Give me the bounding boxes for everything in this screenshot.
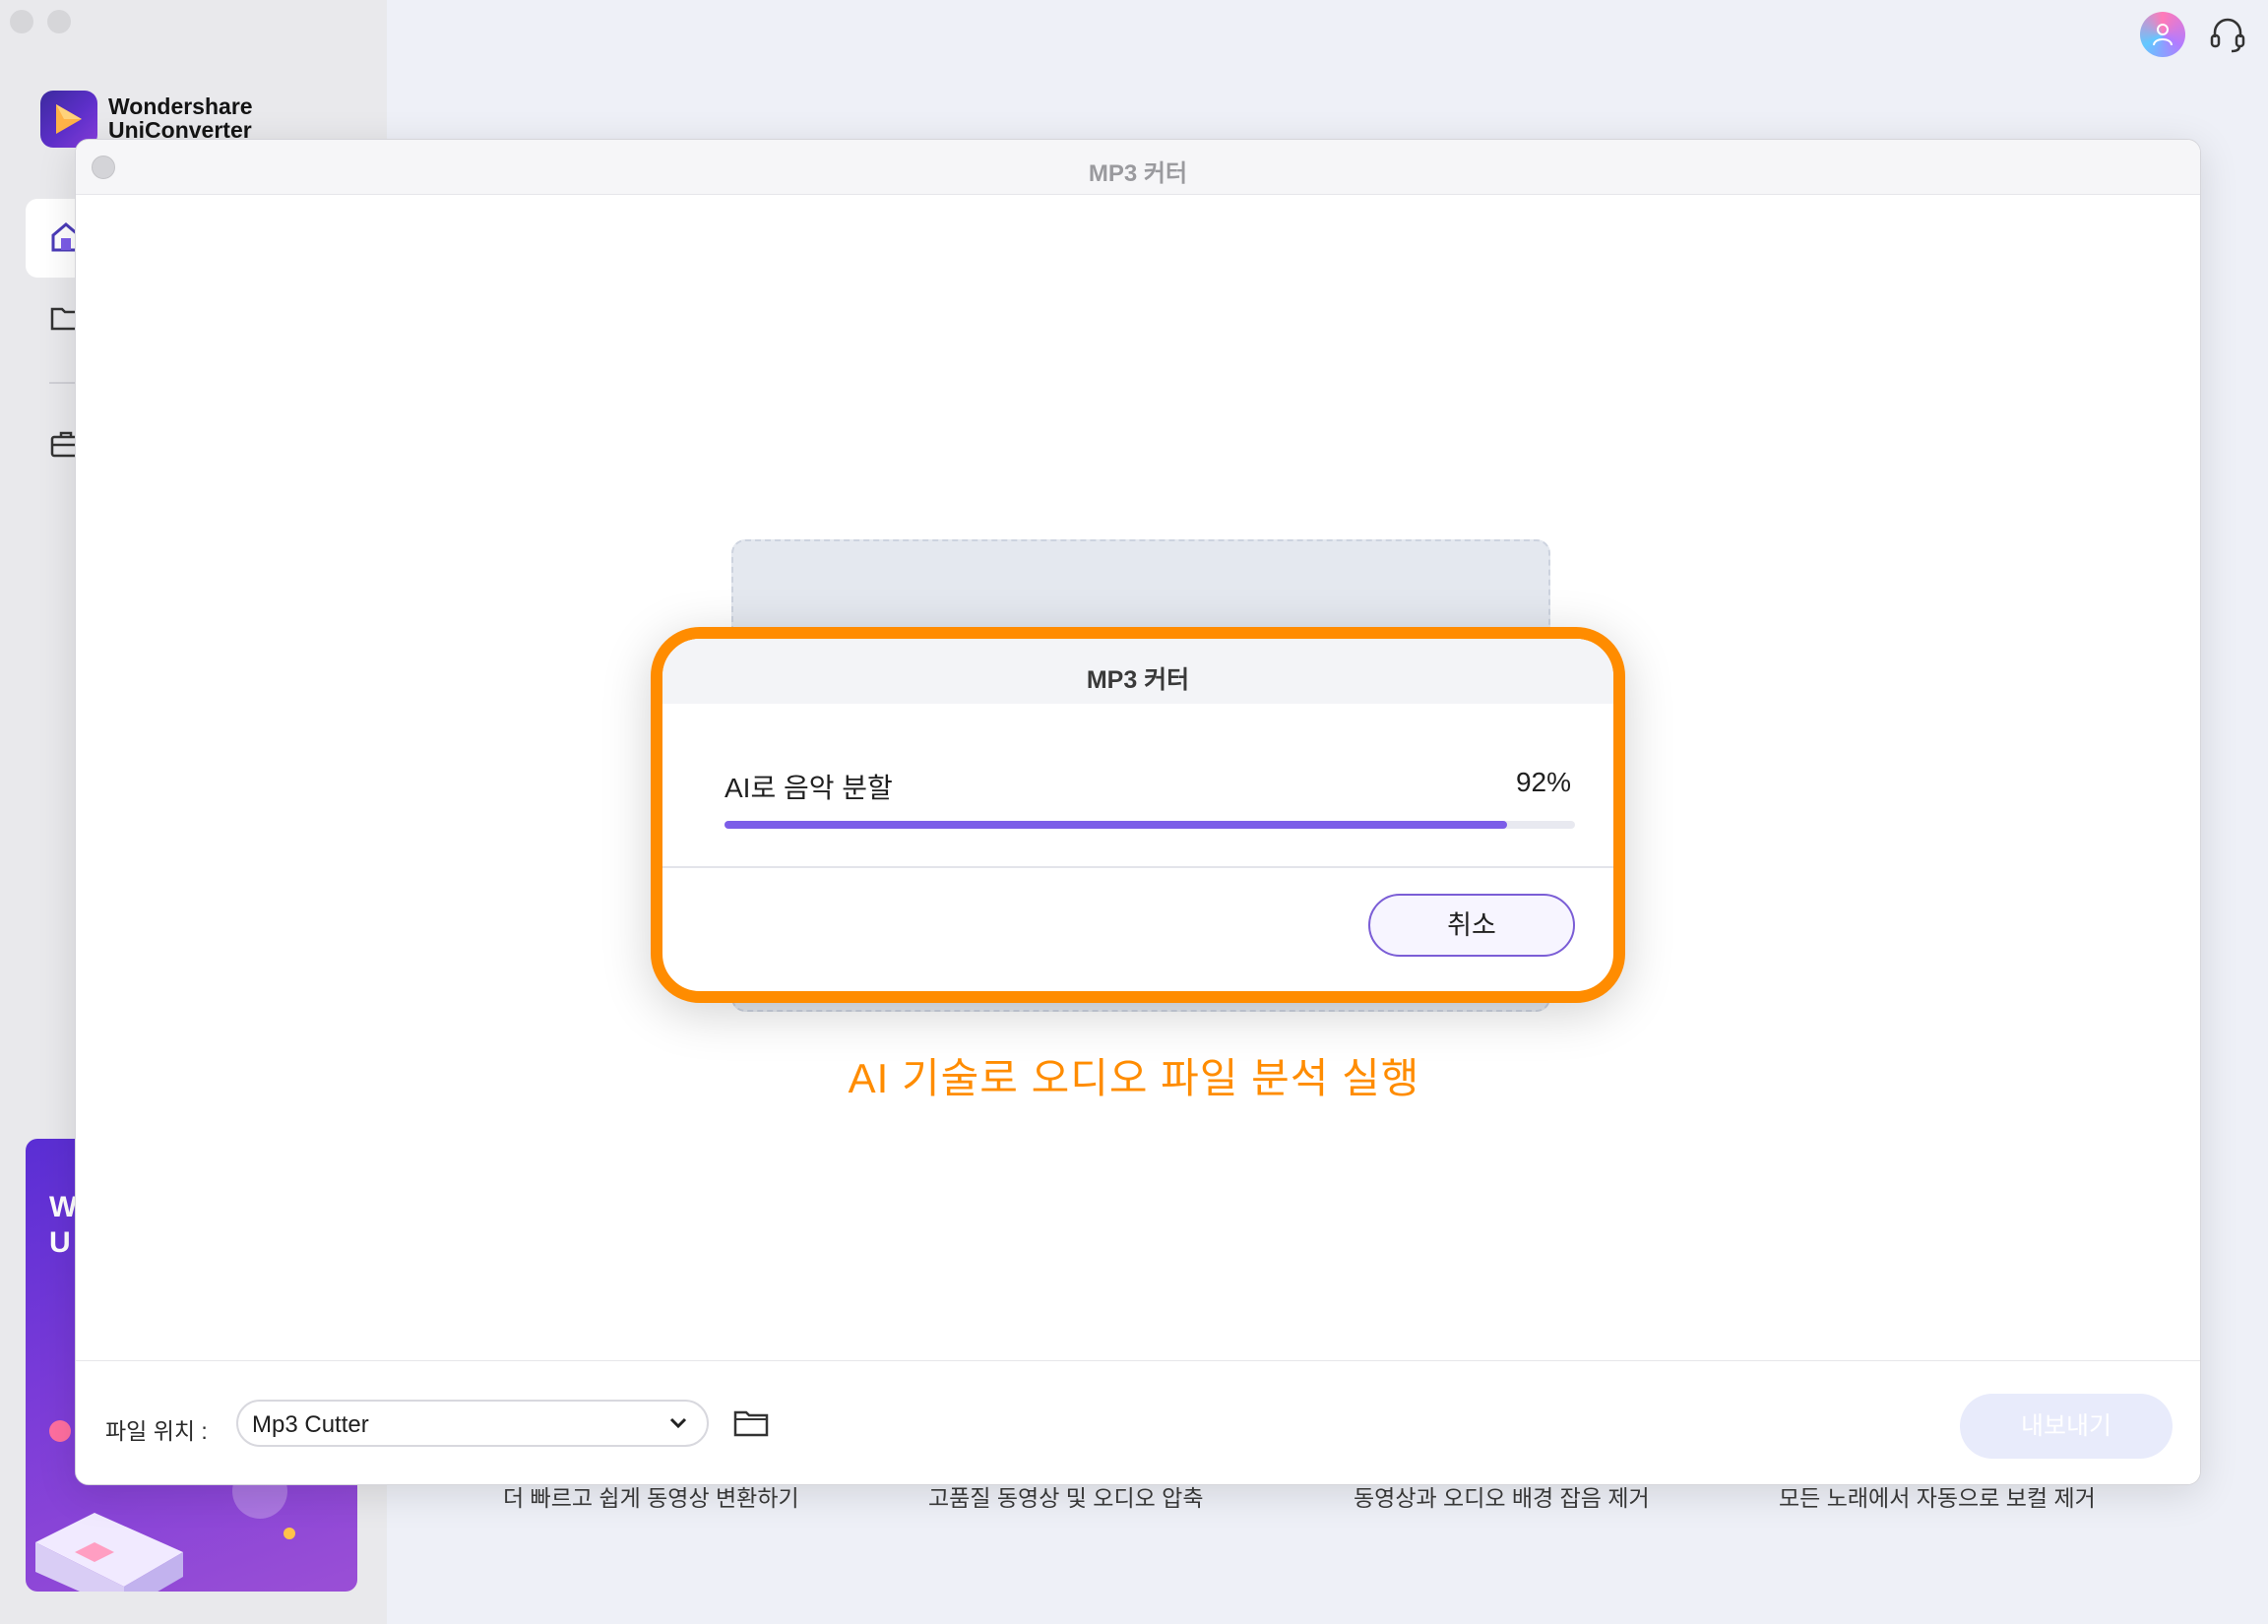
progress-dialog: MP3 커터 AI로 음악 분할 92% 취소 <box>651 627 1625 1003</box>
annotation-caption: AI 기술로 오디오 파일 분석 실행 <box>848 1055 1420 1101</box>
headset-icon[interactable] <box>2205 12 2250 57</box>
window-minimize-dot[interactable] <box>47 10 71 33</box>
window-title: MP3 커터 <box>1088 160 1188 187</box>
progress-fill <box>724 821 1507 829</box>
file-location-select[interactable]: Mp3 Cutter <box>236 1400 709 1447</box>
progress-percent: 92% <box>1515 767 1571 797</box>
dialog-title: MP3 커터 <box>1086 666 1190 694</box>
promo-text: W U <box>49 1191 78 1259</box>
folder-open-icon[interactable] <box>731 1403 771 1442</box>
window-footer: 파일 위치 : Mp3 Cutter 내보내기 <box>76 1360 2200 1484</box>
chevron-down-icon <box>669 1417 687 1429</box>
dialog-header: MP3 커터 <box>662 639 1613 704</box>
dialog-divider <box>662 866 1613 868</box>
progress-bar <box>724 821 1575 829</box>
avatar-icon[interactable] <box>2140 12 2185 57</box>
file-location-value: Mp3 Cutter <box>252 1411 369 1438</box>
window-titlebar: MP3 커터 <box>76 140 2200 195</box>
decor-dot <box>49 1420 71 1442</box>
file-location-label: 파일 위치 : <box>105 1418 208 1444</box>
export-button[interactable]: 내보내기 <box>1960 1394 2173 1459</box>
task-label: AI로 음악 분할 <box>724 773 893 803</box>
window-close-dot[interactable] <box>10 10 33 33</box>
cancel-button[interactable]: 취소 <box>1368 894 1575 957</box>
decor-dot <box>284 1528 295 1539</box>
brand-name: Wondershare UniConverter <box>108 94 253 143</box>
